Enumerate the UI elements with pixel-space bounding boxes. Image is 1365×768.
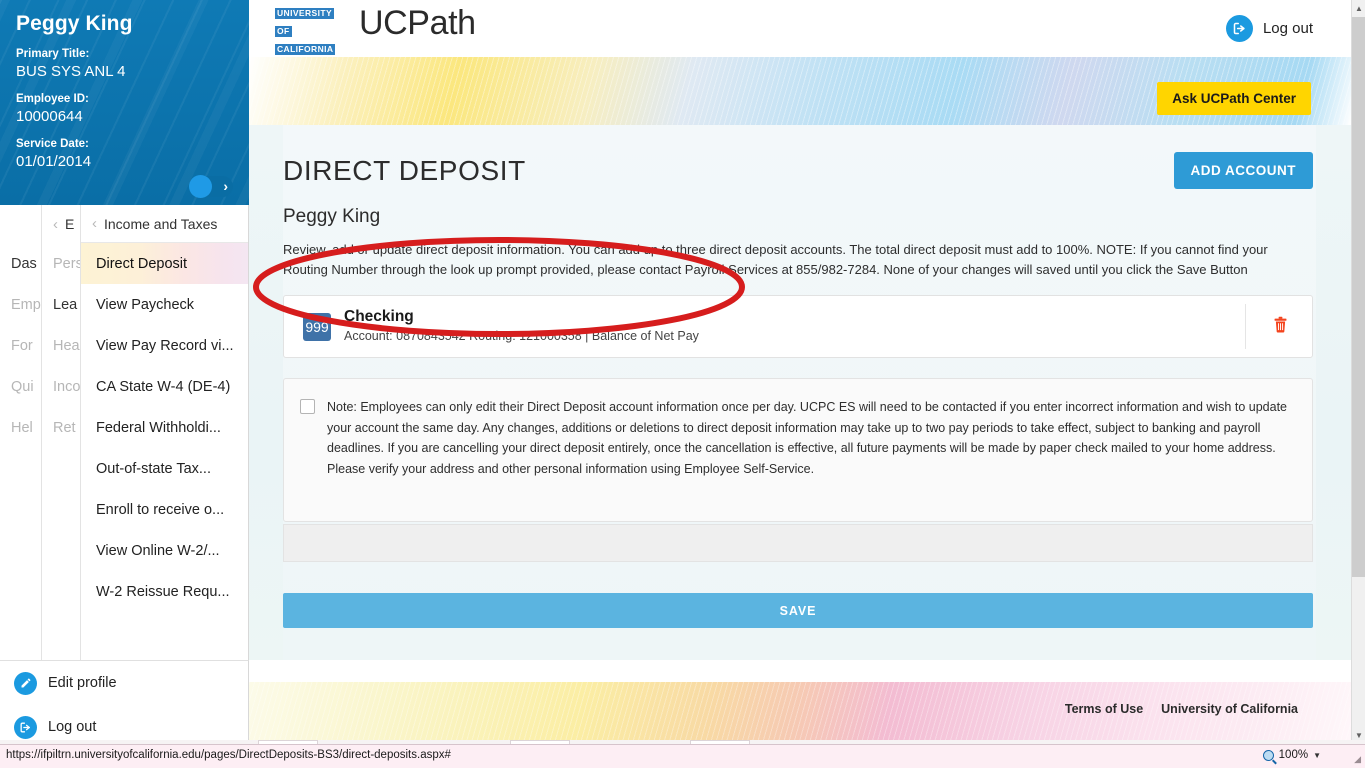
ask-ucpath-center-button[interactable]: Ask UCPath Center	[1157, 82, 1311, 115]
nav-item-forms[interactable]: For	[0, 325, 41, 366]
top-bar: UNIVERSITY OF CALIFORNIA drptrn UCPath L…	[249, 0, 1351, 74]
resize-grip-icon: ◢	[1354, 754, 1361, 764]
profile-field-value: 01/01/2014	[16, 153, 92, 170]
scroll-up-arrow-icon[interactable]: ▲	[1352, 0, 1365, 17]
browser-viewport: Peggy King Primary Title: BUS SYS ANL 4 …	[0, 0, 1365, 768]
browser-status-bar: https://ifpiltrn.universityofcalifornia.…	[0, 744, 1365, 768]
scrollbar-thumb[interactable]	[1352, 17, 1365, 577]
status-bar-url: https://ifpiltrn.universityofcalifornia.…	[6, 749, 451, 761]
nav-item-direct-deposit[interactable]: Direct Deposit	[81, 243, 248, 284]
nav-level3-title: Income and Taxes	[104, 215, 218, 232]
nav-item-federal-withholding[interactable]: Federal Withholdi...	[81, 407, 248, 448]
topbar-log-out-button[interactable]: Log out	[1225, 15, 1313, 42]
logout-icon	[1225, 15, 1253, 42]
zoom-level-label: 100%	[1278, 749, 1309, 761]
nav-level2-title: E	[65, 216, 75, 232]
ucpath-brand-title: UCPath	[359, 4, 476, 42]
account-divider	[1245, 304, 1246, 349]
delete-account-button[interactable]	[1273, 316, 1288, 338]
uc-wordmark: UNIVERSITY OF CALIFORNIA	[275, 3, 351, 57]
sidebar-log-out-label: Log out	[48, 719, 97, 735]
page-subtitle: Peggy King	[283, 206, 381, 227]
nav-item-w2-reissue[interactable]: W-2 Reissue Requ...	[81, 571, 248, 612]
profile-field-label: Employee ID:	[16, 93, 89, 105]
nav-item-help[interactable]: Hel	[0, 407, 41, 448]
nav-level1-header	[0, 205, 41, 243]
nav-item-dashboard[interactable]: Das	[0, 243, 41, 284]
chevron-right-icon: ›	[223, 178, 228, 194]
nav-item-personal[interactable]: Pers	[42, 243, 80, 284]
profile-field-label: Primary Title:	[16, 48, 90, 60]
add-account-button[interactable]: ADD ACCOUNT	[1173, 152, 1313, 189]
trash-icon	[1274, 316, 1287, 333]
direct-deposit-account-row[interactable]: 999 Checking Account: 0870843542 Routing…	[283, 295, 1313, 358]
nav-item-out-of-state-tax[interactable]: Out-of-state Tax...	[81, 448, 248, 489]
university-of-california-link[interactable]: University of California	[1161, 702, 1298, 716]
gradient-banner: Ask UCPath Center	[249, 57, 1351, 125]
nav-item-enroll-receive[interactable]: Enroll to receive o...	[81, 489, 248, 530]
uc-logo-line-2: OF	[275, 26, 292, 37]
note-acknowledge-checkbox[interactable]	[300, 399, 315, 414]
nav-column-level2: ‹ E Pers Lea Hea Inco Ret	[41, 205, 80, 660]
nav-item-view-paycheck[interactable]: View Paycheck	[81, 284, 248, 325]
account-details: Account: 0870843542 Routing: 121000358 |…	[344, 329, 699, 343]
profile-name: Peggy King	[16, 12, 133, 35]
nav-item-employee[interactable]: Emp	[0, 284, 41, 325]
topbar-log-out-label: Log out	[1262, 20, 1313, 37]
form-footer-strip	[283, 524, 1313, 562]
nav-item-view-pay-record[interactable]: View Pay Record vi...	[81, 325, 248, 366]
navigation-panel: Das Emp For Qui Hel ‹ E Pers Lea Hea Inc…	[0, 205, 249, 660]
zoom-control[interactable]: 100% ▼	[1262, 749, 1321, 761]
note-panel: Note: Employees can only edit their Dire…	[283, 378, 1313, 522]
main-content: DIRECT DEPOSIT Peggy King Review, add or…	[249, 125, 1351, 660]
nav-item-health[interactable]: Hea	[42, 325, 80, 366]
nav-item-view-online-w2[interactable]: View Online W-2/...	[81, 530, 248, 571]
account-type: Checking	[344, 308, 414, 325]
nav-item-income[interactable]: Inco	[42, 366, 80, 407]
nav-level2-header: ‹ E	[42, 205, 80, 243]
edit-profile-label: Edit profile	[48, 675, 117, 691]
chevron-down-icon[interactable]: ▼	[1313, 751, 1321, 760]
account-text: Checking Account: 0870843542 Routing: 12…	[344, 307, 699, 346]
pencil-icon	[14, 671, 37, 695]
save-button[interactable]: SAVE	[283, 593, 1313, 628]
nav-item-ca-state-w4[interactable]: CA State W-4 (DE-4)	[81, 366, 248, 407]
profile-field-employee-id: Employee ID: 10000644	[0, 81, 249, 126]
profile-panel: Peggy King Primary Title: BUS SYS ANL 4 …	[0, 0, 249, 205]
sidebar-footer: Edit profile Log out	[0, 660, 249, 748]
toggle-knob	[189, 175, 212, 198]
nav-item-leave[interactable]: Lea	[42, 284, 80, 325]
footer-links: Terms of Use University of California	[1065, 702, 1298, 716]
page-scrollbar[interactable]: ▲ ▼	[1351, 0, 1365, 744]
nav-level3-header: ‹ Income and Taxes	[81, 205, 248, 243]
page-description: Review, add or update direct deposit inf…	[283, 242, 1268, 277]
uc-logo-line-1: UNIVERSITY	[275, 8, 335, 19]
uc-logo-line-3: CALIFORNIA	[275, 44, 336, 55]
profile-field-value: 10000644	[16, 108, 83, 125]
nav-column-level3: ‹ Income and Taxes Direct Deposit View P…	[80, 205, 248, 660]
profile-field-primary-title: Primary Title: BUS SYS ANL 4	[0, 36, 249, 81]
nav-item-retirement[interactable]: Ret	[42, 407, 80, 448]
page-title: DIRECT DEPOSIT	[283, 155, 526, 186]
profile-field-label: Service Date:	[16, 138, 89, 150]
panel-expand-toggle[interactable]: ›	[189, 175, 233, 198]
nav-item-quicklinks[interactable]: Qui	[0, 366, 41, 407]
note-text: Note: Employees can only edit their Dire…	[327, 400, 1287, 476]
back-chevron-icon[interactable]: ‹	[53, 216, 58, 233]
terms-of-use-link[interactable]: Terms of Use	[1065, 702, 1143, 716]
nav-column-level1: Das Emp For Qui Hel	[0, 205, 41, 660]
logout-icon	[14, 715, 37, 739]
edit-profile-link[interactable]: Edit profile	[0, 661, 248, 705]
account-priority-badge: 999	[303, 312, 331, 341]
profile-field-value: BUS SYS ANL 4	[16, 63, 126, 80]
page-footer: Terms of Use University of California	[249, 682, 1351, 744]
magnifier-icon	[1262, 749, 1274, 761]
back-chevron-icon[interactable]: ‹	[92, 215, 97, 232]
profile-field-service-date: Service Date: 01/01/2014	[0, 126, 249, 171]
